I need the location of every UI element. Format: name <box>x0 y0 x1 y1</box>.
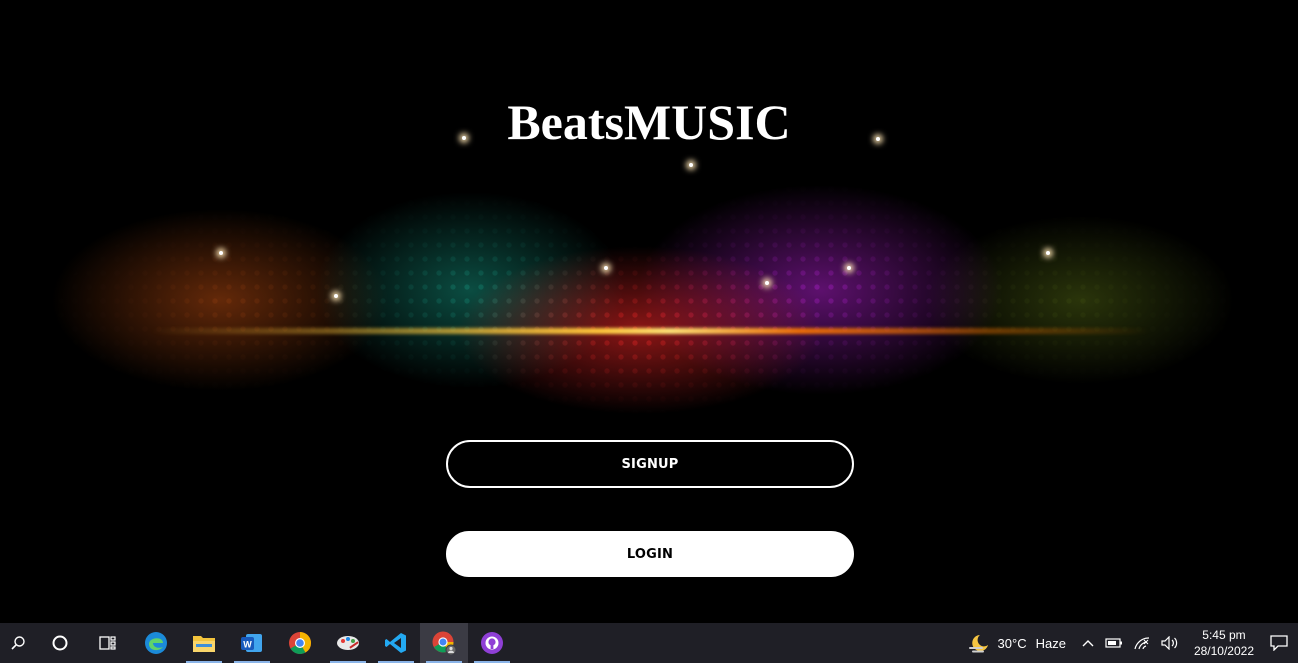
sparkle <box>765 281 769 285</box>
app-title: BeatsMUSIC <box>0 92 1298 152</box>
system-tray: 30°C Haze 5:45 pm 28/10/2022 <box>963 623 1298 663</box>
cortana-button[interactable] <box>36 623 84 663</box>
sparkle <box>689 163 693 167</box>
edge-button[interactable] <box>132 623 180 663</box>
chevron-up-icon <box>1082 640 1094 647</box>
sparkle <box>847 266 851 270</box>
login-button[interactable]: LOGIN <box>446 531 854 577</box>
battery-button[interactable] <box>1100 623 1128 663</box>
login-label: LOGIN <box>626 546 674 562</box>
notifications-button[interactable] <box>1264 623 1298 663</box>
paint-button[interactable] <box>324 623 372 663</box>
edge-icon <box>145 632 167 654</box>
sparkle <box>334 294 338 298</box>
moon-haze-icon <box>968 635 988 653</box>
volume-button[interactable] <box>1156 623 1184 663</box>
task-view-icon <box>99 636 116 650</box>
word-icon: W <box>241 634 262 652</box>
cortana-icon <box>52 635 68 651</box>
github-desktop-icon <box>481 632 503 654</box>
app-title-bold: MUSIC <box>623 94 791 150</box>
clock-date: 28/10/2022 <box>1193 644 1254 658</box>
clock-button[interactable]: 5:45 pm 28/10/2022 <box>1184 627 1264 659</box>
weather-widget[interactable]: 30°C Haze <box>963 623 1076 663</box>
chrome-profile-icon <box>432 631 457 656</box>
battery-icon <box>1105 638 1122 648</box>
light-dots-pattern <box>40 140 1260 440</box>
sparkle <box>604 266 608 270</box>
chrome-profile-button[interactable] <box>420 623 468 663</box>
svg-text:W: W <box>243 640 252 650</box>
sparkle <box>1046 251 1050 255</box>
file-explorer-button[interactable] <box>180 623 228 663</box>
speaker-icon <box>1161 636 1178 650</box>
vscode-icon <box>385 633 406 653</box>
search-icon <box>11 636 25 650</box>
vscode-button[interactable] <box>372 623 420 663</box>
weather-condition: Haze <box>1035 635 1066 651</box>
signup-button[interactable]: SIGNUP <box>446 440 854 488</box>
chrome-icon <box>289 632 311 654</box>
paint-icon <box>337 636 359 650</box>
task-view-button[interactable] <box>84 623 132 663</box>
windows-taskbar: W 30°C Haze 5:45 pm 28/10/2022 <box>0 623 1298 663</box>
app-title-regular: Beats <box>507 94 624 150</box>
show-hidden-icons-button[interactable] <box>1076 623 1100 663</box>
search-button[interactable] <box>0 623 36 663</box>
clock-time: 5:45 pm <box>1202 628 1246 642</box>
wifi-icon <box>1134 637 1149 650</box>
file-explorer-icon <box>193 636 215 652</box>
word-button[interactable]: W <box>228 623 276 663</box>
sparkle <box>219 251 223 255</box>
network-button[interactable] <box>1128 623 1156 663</box>
github-desktop-button[interactable] <box>468 623 516 663</box>
chrome-button[interactable] <box>276 623 324 663</box>
glow-line <box>150 328 1150 334</box>
weather-temp: 30°C <box>997 635 1027 651</box>
notification-icon <box>1270 635 1288 651</box>
signup-label: SIGNUP <box>621 456 679 472</box>
